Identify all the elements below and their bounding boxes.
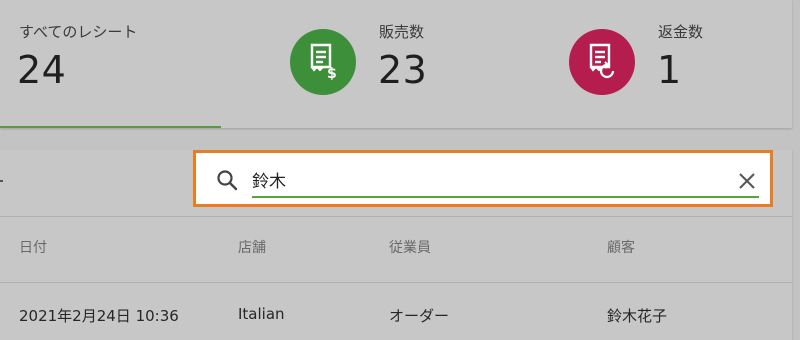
search-input[interactable] [252,165,757,193]
refunds-label: 返金数 [658,23,704,41]
row-divider [0,282,792,283]
receipt-refund-icon [569,29,635,95]
refunds-count: 1 [657,48,682,92]
all-receipts-count: 24 [17,48,67,92]
close-icon[interactable] [738,172,756,194]
search-icon [216,169,238,195]
sales-tab[interactable]: $ 販売数 23 [290,0,540,128]
header-divider [0,216,792,217]
column-header-customer[interactable]: 顧客 [607,237,635,257]
sales-count: 23 [378,48,428,92]
column-header-store[interactable]: 店舗 [238,237,266,257]
column-header-employee[interactable]: 従業員 [389,237,431,257]
search-underline [252,196,759,198]
column-header-date[interactable]: 日付 [19,237,47,257]
all-receipts-tab[interactable]: すべてのレシート 24 [0,0,221,128]
search-box [193,150,773,207]
cell-date: 2021年2月24日 10:36 [19,307,179,325]
all-receipts-label: すべてのレシート [19,23,138,41]
active-tab-indicator [0,126,221,128]
cell-customer: 鈴木花子 [607,307,668,325]
refunds-tab[interactable]: 返金数 1 [569,0,789,128]
cell-employee: オーダー [389,307,450,325]
summary-card: すべてのレシート 24 $ 販売数 23 返金数 1 [0,0,792,128]
sales-label: 販売数 [379,23,425,41]
svg-text:$: $ [327,66,337,81]
cell-store: Italian [238,305,285,323]
receipt-dollar-icon: $ [290,29,356,95]
left-edge-mark [0,180,3,182]
